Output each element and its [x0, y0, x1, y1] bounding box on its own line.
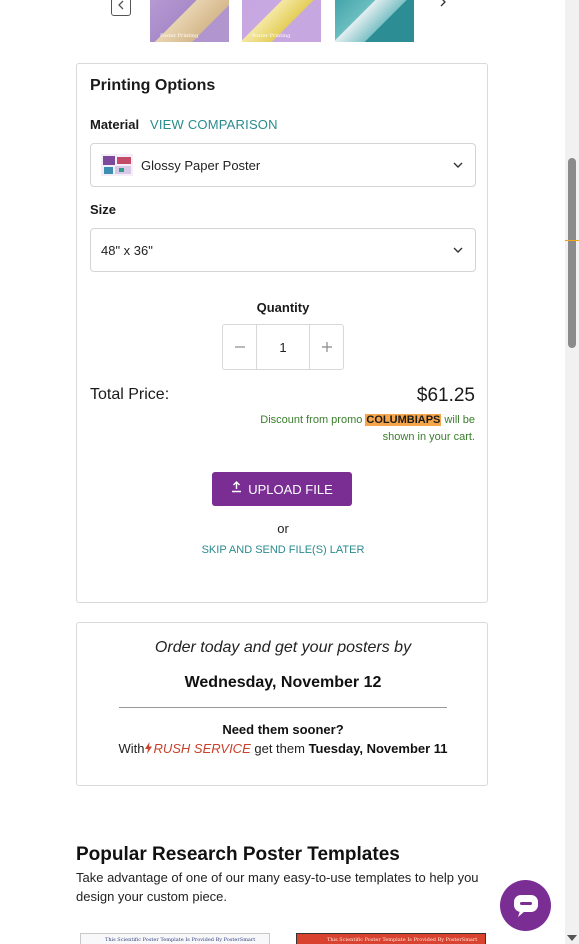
delivery-estimate-card: Order today and get your posters by Wedn…: [76, 622, 488, 786]
delivery-date: Wednesday, November 12: [184, 674, 382, 691]
view-comparison-link[interactable]: VIEW COMPARISON: [150, 117, 278, 132]
size-value: 48" x 36": [101, 242, 153, 258]
quantity-decrement-button[interactable]: [223, 325, 256, 369]
product-thumbnail[interactable]: [335, 0, 414, 42]
material-thumbnail-icon: [101, 154, 133, 176]
material-select[interactable]: Glossy Paper Poster: [90, 143, 476, 187]
promo-notice: Discount from promo COLUMBIAPS will be s…: [245, 412, 475, 446]
total-price-value: $61.25: [416, 385, 475, 406]
template-caption: This Scientific Poster Template Is Provi…: [327, 937, 478, 943]
rush-service-line: With RUSH SERVICE get them Tuesday, Novem…: [77, 741, 489, 756]
chevron-down-icon: [453, 162, 463, 168]
chevron-left-icon: [118, 0, 124, 10]
delivery-intro: Order today and get your posters by: [154, 639, 412, 656]
chevron-down-icon: [453, 247, 463, 253]
or-separator: or: [277, 521, 289, 536]
minus-icon: [234, 346, 245, 348]
quantity-label: Quantity: [256, 300, 310, 315]
thumbnail-prev-button[interactable]: [111, 0, 131, 16]
product-thumbnail[interactable]: Poster Printing: [242, 0, 321, 42]
chevron-right-icon: [440, 0, 446, 7]
templates-description: Take advantage of one of our many easy-t…: [76, 870, 479, 904]
total-price-label: Total Price:: [90, 386, 170, 403]
upload-file-button[interactable]: UPLOAD FILE: [212, 472, 352, 506]
quantity-input[interactable]: 1: [256, 325, 310, 369]
upload-file-label: UPLOAD FILE: [248, 481, 333, 497]
divider: [119, 707, 447, 708]
template-card[interactable]: This Scientific Poster Template Is Provi…: [80, 933, 270, 944]
edge-marker: [565, 240, 579, 241]
rush-with-text: With: [118, 741, 145, 756]
rush-date: Tuesday, November 11: [308, 741, 448, 756]
thumbnail-caption: Poster Printing: [160, 33, 199, 39]
rush-service-link[interactable]: RUSH SERVICE: [153, 741, 250, 756]
quantity-stepper: 1: [222, 324, 344, 370]
skip-send-later-link[interactable]: SKIP AND SEND FILE(S) LATER: [77, 544, 489, 556]
thumbnail-next-button[interactable]: [434, 0, 452, 10]
upload-icon: [232, 481, 242, 493]
scroll-down-arrow-icon[interactable]: [567, 935, 577, 941]
need-sooner-heading: Need them sooner?: [222, 722, 344, 737]
template-caption: This Scientific Poster Template Is Provi…: [105, 937, 256, 943]
product-thumbnail[interactable]: Poster Printing: [150, 0, 229, 42]
thumbnail-caption: Poster Printing: [252, 33, 291, 39]
chat-bubble-icon: [513, 894, 538, 917]
promo-prefix: Discount from promo: [260, 414, 366, 426]
templates-heading: Popular Research Poster Templates: [76, 844, 400, 865]
size-label: Size: [90, 202, 117, 217]
material-value: Glossy Paper Poster: [141, 157, 261, 173]
template-card[interactable]: This Scientific Poster Template Is Provi…: [296, 933, 486, 944]
size-select[interactable]: 48" x 36": [90, 228, 476, 272]
material-label: Material: [90, 117, 140, 132]
quantity-increment-button[interactable]: [310, 325, 343, 369]
scrollbar-thumb[interactable]: [568, 158, 576, 348]
rush-get-text: get them: [250, 741, 309, 756]
product-thumbnail-strip: Poster Printing Poster Printing: [0, 0, 565, 50]
page-scrollbar[interactable]: [565, 0, 579, 944]
printing-options-title: Printing Options: [90, 77, 216, 94]
chat-button[interactable]: [500, 880, 551, 931]
plus-icon: [321, 342, 332, 352]
printing-options-card: Printing Options Material VIEW COMPARISO…: [76, 63, 488, 603]
promo-code: COLUMBIAPS: [365, 414, 442, 426]
